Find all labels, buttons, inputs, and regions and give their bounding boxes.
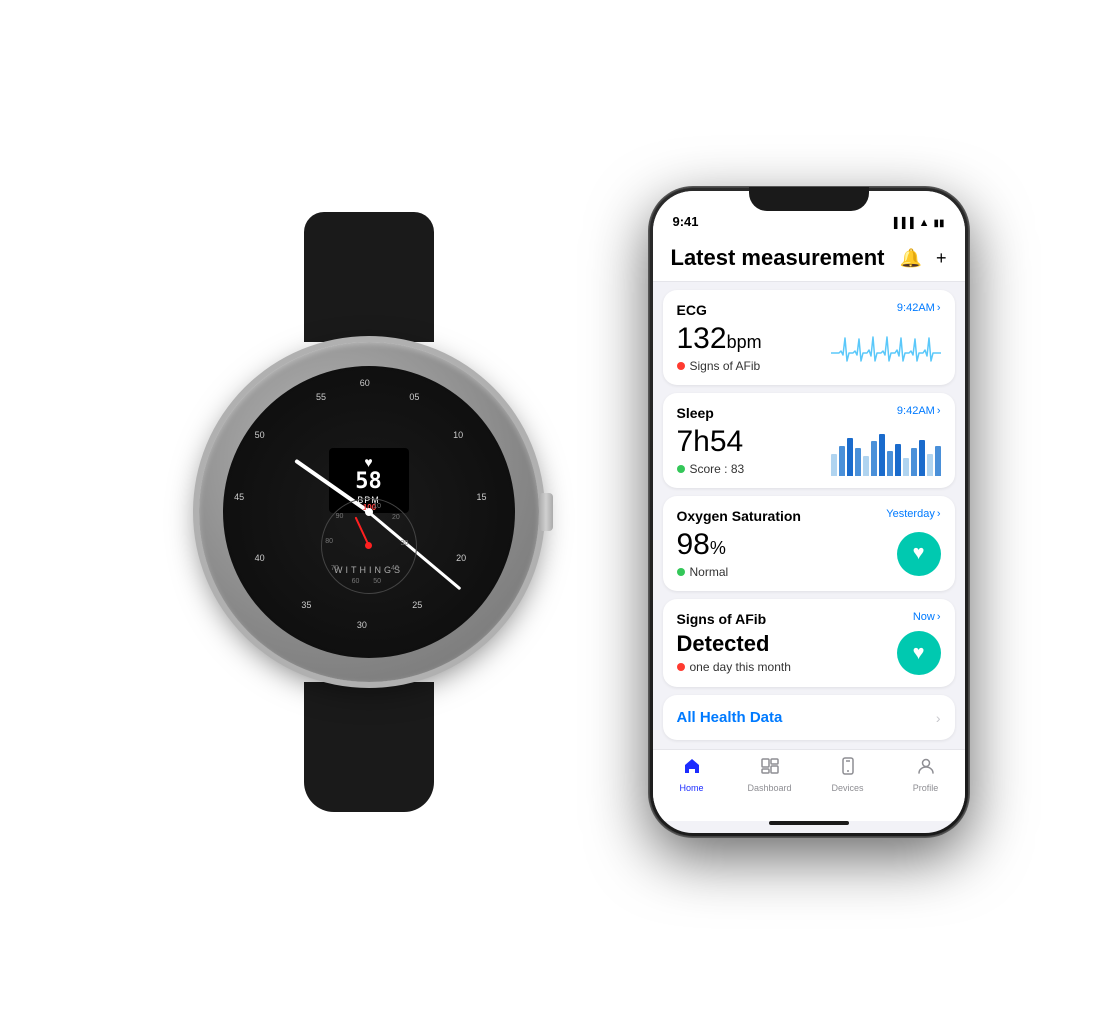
scene: 60 55 50 45 40 35 30 25 20 15 10 05 ♥ 58… bbox=[0, 0, 1097, 1024]
spo2-80: 80 bbox=[325, 538, 333, 545]
devices-tab-icon bbox=[838, 756, 858, 780]
phone-notch bbox=[749, 187, 869, 211]
spo2-30: 30 bbox=[400, 540, 408, 547]
app-title: Latest measurement bbox=[671, 245, 885, 271]
ecg-card-status: Signs of AFib bbox=[677, 359, 831, 373]
phone-screen: 9:41 ▐▐▐ ▲ ▮▮ Latest measurement 🔔 + bbox=[653, 191, 965, 833]
center-dot bbox=[365, 508, 373, 516]
dial-number-35: 35 bbox=[301, 600, 311, 610]
spo2-50: 50 bbox=[373, 578, 381, 585]
home-tab-label: Home bbox=[679, 783, 703, 793]
oxygen-card-value: 98% bbox=[677, 528, 897, 561]
header-actions: 🔔 + bbox=[900, 248, 947, 269]
watch-container: 60 55 50 45 40 35 30 25 20 15 10 05 ♥ 58… bbox=[129, 212, 609, 812]
dial-number-40: 40 bbox=[255, 553, 265, 563]
app-content[interactable]: ECG 9:42AM › 132bpm bbox=[653, 282, 965, 749]
watch-bpm-value: 58 bbox=[355, 471, 382, 493]
afib-card-time[interactable]: Now › bbox=[913, 611, 941, 623]
oxygen-status-dot bbox=[677, 568, 685, 576]
spo2-90: 90 bbox=[336, 513, 344, 520]
watch-crown bbox=[539, 493, 553, 531]
ecg-status-dot bbox=[677, 362, 685, 370]
devices-tab-label: Devices bbox=[831, 783, 863, 793]
tab-devices[interactable]: Devices bbox=[809, 756, 887, 793]
spo2-40: 40 bbox=[391, 565, 399, 572]
afib-status-dot bbox=[677, 663, 685, 671]
dial-number-15: 15 bbox=[477, 492, 487, 502]
phone-body: 9:41 ▐▐▐ ▲ ▮▮ Latest measurement 🔔 + bbox=[649, 187, 969, 837]
dial-number-45: 45 bbox=[234, 492, 244, 502]
ecg-card-value: 132bpm bbox=[677, 322, 831, 355]
plus-button[interactable]: + bbox=[936, 248, 947, 269]
dashboard-tab-icon bbox=[760, 756, 780, 780]
battery-icon: ▮▮ bbox=[933, 218, 944, 229]
afib-card-title: Signs of AFib bbox=[677, 611, 767, 627]
sleep-card-time[interactable]: 9:42AM › bbox=[897, 405, 941, 417]
dial-number-20: 20 bbox=[456, 553, 466, 563]
spo2-icon: ♥ bbox=[897, 532, 941, 576]
dial-number-50: 50 bbox=[255, 430, 265, 440]
dial-number-30: 30 bbox=[357, 620, 367, 630]
dial-number-10: 10 bbox=[453, 430, 463, 440]
oxygen-card-time[interactable]: Yesterday › bbox=[886, 508, 940, 520]
afib-card-value: Detected bbox=[677, 632, 897, 656]
spo2-10: 10 bbox=[373, 503, 381, 510]
status-icons: ▐▐▐ ▲ ▮▮ bbox=[890, 217, 944, 229]
ecg-card[interactable]: ECG 9:42AM › 132bpm bbox=[663, 290, 955, 385]
dial-number-25: 25 bbox=[412, 600, 422, 610]
oxygen-card[interactable]: Oxygen Saturation Yesterday › 98% bbox=[663, 496, 955, 591]
afib-card[interactable]: Signs of AFib Now › Detected bbox=[663, 599, 955, 687]
spo2-center-dot bbox=[365, 542, 372, 549]
all-health-label: All Health Data bbox=[677, 709, 783, 726]
sleep-card-status: Score : 83 bbox=[677, 462, 831, 476]
sleep-card[interactable]: Sleep 9:42AM › 7h54 Score : bbox=[663, 393, 955, 488]
dial-number-60: 60 bbox=[360, 378, 370, 388]
watch-body: 60 55 50 45 40 35 30 25 20 15 10 05 ♥ 58… bbox=[199, 342, 539, 682]
ecg-card-title: ECG bbox=[677, 302, 707, 318]
spo2-70: 70 bbox=[331, 565, 339, 572]
dial-number-05: 05 bbox=[409, 392, 419, 402]
tab-dashboard[interactable]: Dashboard bbox=[731, 756, 809, 793]
ecg-card-time[interactable]: 9:42AM › bbox=[897, 302, 941, 314]
sleep-card-title: Sleep bbox=[677, 405, 714, 421]
tab-home[interactable]: Home bbox=[653, 756, 731, 793]
home-indicator bbox=[769, 821, 849, 825]
watch-dial: 60 55 50 45 40 35 30 25 20 15 10 05 ♥ 58… bbox=[223, 366, 515, 658]
signal-bars-icon: ▐▐▐ bbox=[890, 218, 914, 229]
all-health-chevron: › bbox=[936, 710, 941, 726]
all-health-card[interactable]: All Health Data › bbox=[663, 695, 955, 740]
status-time: 9:41 bbox=[673, 214, 699, 229]
app-header: Latest measurement 🔔 + bbox=[653, 235, 965, 282]
spo2-20: 20 bbox=[392, 514, 400, 521]
afib-icon: ♥ bbox=[897, 631, 941, 675]
sleep-card-value: 7h54 bbox=[677, 425, 831, 458]
oxygen-card-status: Normal bbox=[677, 565, 897, 579]
profile-tab-icon bbox=[916, 756, 936, 780]
profile-tab-label: Profile bbox=[913, 783, 939, 793]
sleep-chart bbox=[831, 426, 941, 476]
spo2-hand bbox=[354, 516, 369, 546]
wifi-icon: ▲ bbox=[919, 217, 930, 229]
afib-card-status: one day this month bbox=[677, 660, 897, 674]
heart-icon: ♥ bbox=[364, 455, 372, 469]
watch-strap-top bbox=[304, 212, 434, 342]
dashboard-tab-label: Dashboard bbox=[747, 783, 791, 793]
watch-strap-bottom bbox=[304, 682, 434, 812]
phone-container: 9:41 ▐▐▐ ▲ ▮▮ Latest measurement 🔔 + bbox=[649, 187, 969, 837]
home-tab-icon bbox=[682, 756, 702, 780]
sleep-status-dot bbox=[677, 465, 685, 473]
spo2-60: 60 bbox=[352, 578, 360, 585]
oxygen-card-title: Oxygen Saturation bbox=[677, 508, 801, 524]
tab-profile[interactable]: Profile bbox=[887, 756, 965, 793]
dial-number-55: 55 bbox=[316, 392, 326, 402]
bell-button[interactable]: 🔔 bbox=[900, 248, 922, 269]
ecg-chart bbox=[831, 323, 941, 373]
tab-bar: Home Dashboard bbox=[653, 749, 965, 821]
